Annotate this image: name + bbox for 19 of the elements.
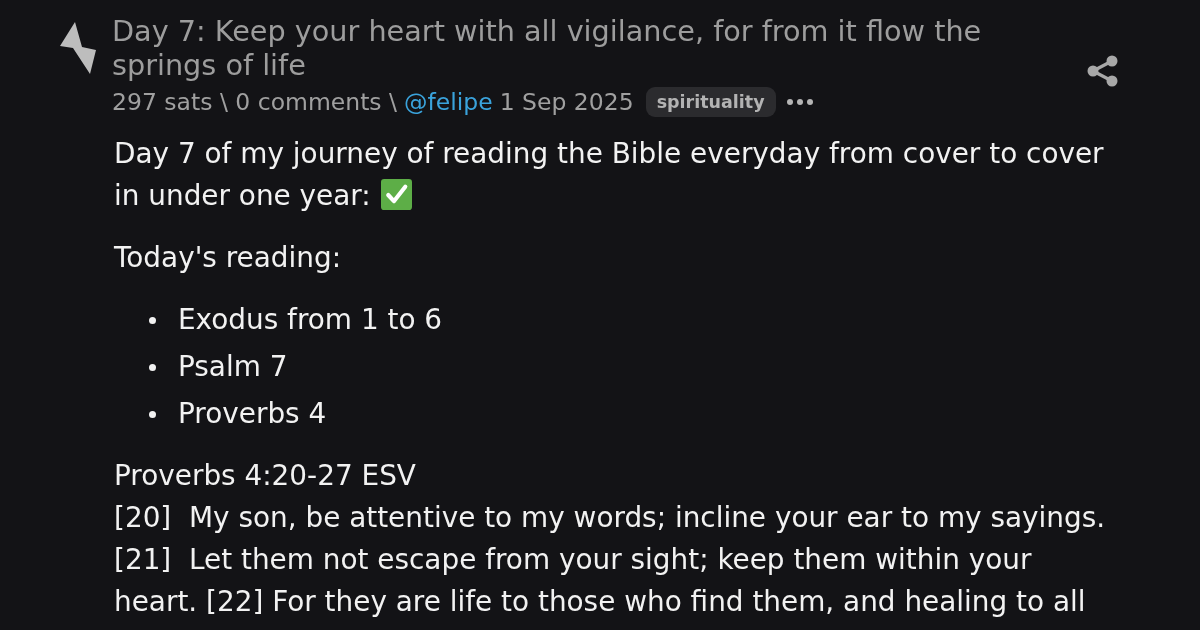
scripture-line: [21] Let them not escape from your sight; keep them within your heart. [22] For they are life to those who find them, and healing to all — [114, 542, 1087, 620]
bullet-icon — [149, 316, 156, 324]
share-icon[interactable] — [1087, 54, 1118, 87]
lightning-bolt-icon[interactable] — [60, 22, 96, 74]
bullet-icon — [149, 410, 156, 418]
scripture-line: [20] My son, be attentive to my words; incline your ear to my sayings. — [114, 500, 1107, 536]
more-options-icon[interactable] — [786, 99, 813, 105]
list-item: Exodus from 1 to 6 — [178, 302, 443, 338]
bullet-icon — [149, 363, 156, 371]
tag-chip[interactable]: spirituality — [645, 87, 776, 117]
post-stats: 297 sats \ 0 comments \ — [112, 87, 397, 117]
post-paragraph: Day 7 of my journey of reading the Bible everyday from cover to cover in under one year: — [114, 136, 1105, 214]
scripture-line: Proverbs 4:20-27 ESV — [114, 458, 417, 494]
post-title[interactable]: Day 7: Keep your heart with all vigilance, for from it flow the springs of life — [112, 14, 1067, 82]
post-paragraph: Today's reading: — [114, 240, 343, 276]
author-link[interactable]: @felipe — [404, 87, 493, 117]
list-item: Proverbs 4 — [178, 396, 327, 432]
list-item: Psalm 7 — [178, 349, 288, 385]
post-date: 1 Sep 2025 — [499, 87, 634, 117]
